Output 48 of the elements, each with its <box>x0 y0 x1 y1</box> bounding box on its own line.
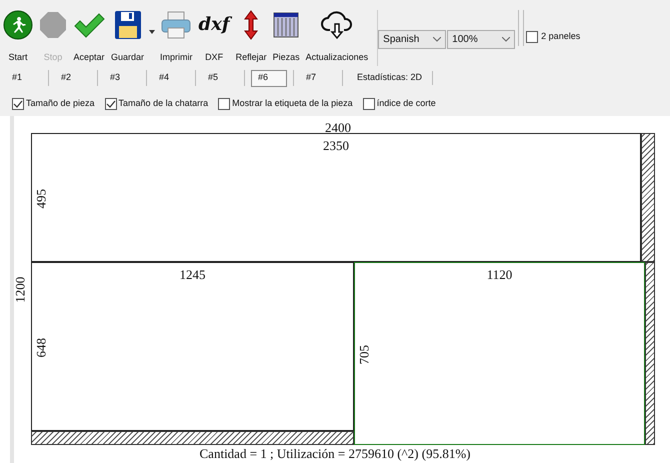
toolbar-button[interactable]: Actualizaciones <box>302 10 372 64</box>
octagon-icon <box>39 11 67 39</box>
piece-height: 495 <box>32 188 50 210</box>
piece-width: 1120 <box>486 266 514 284</box>
sheet-height: 1200 <box>11 276 28 303</box>
vertical-arrows-icon <box>244 10 258 40</box>
toolbar-button[interactable]: Aceptar <box>70 10 108 64</box>
dxf-icon: dxf <box>198 10 230 40</box>
toolbar-button[interactable]: dxf DXF <box>196 10 233 64</box>
cloud-download-icon <box>320 10 354 40</box>
tab[interactable]: #7 <box>300 70 336 86</box>
toolbar-button[interactable]: Reflejar <box>232 10 270 64</box>
tab[interactable]: #1 <box>6 70 42 86</box>
summary-text: Cantidad = 1 ; Utilización = 2759610 (^2) (95.81%) <box>198 446 472 462</box>
tab[interactable]: #2 <box>55 70 91 86</box>
piece-height: 648 <box>32 336 50 359</box>
toolbar-button[interactable]: Piezas <box>270 10 303 64</box>
checkmark-icon <box>73 12 105 38</box>
grid-icon <box>273 12 300 38</box>
toolbar-button[interactable]: Guardar <box>108 10 148 64</box>
toolbar-button[interactable]: Start <box>0 10 36 64</box>
checkbox[interactable] <box>104 98 117 110</box>
zoom-dropdown[interactable]: 100% <box>447 30 516 49</box>
checkbox-label: Tamaño de pieza <box>26 97 95 110</box>
checkbox[interactable] <box>526 30 538 43</box>
tab[interactable]: #5 <box>202 70 238 86</box>
language-dropdown[interactable]: Spanish <box>378 30 446 49</box>
piece-height: 705 <box>355 344 372 366</box>
piece-width: 2350 <box>322 137 350 155</box>
piece-width: 1245 <box>178 266 206 284</box>
checkbox-label: Tamaño de la chatarra <box>118 97 208 110</box>
checkbox-label: índice de corte <box>376 97 436 110</box>
sheet-width: 2400 <box>325 119 351 137</box>
stats-label: Estadísticas: 2D <box>349 71 434 85</box>
chevron-down-icon <box>433 37 442 42</box>
caret-icon[interactable] <box>149 30 156 34</box>
checkbox-label: Mostrar la etiqueta de la pieza <box>232 97 353 110</box>
checkbox[interactable] <box>218 98 230 110</box>
printer-icon <box>160 10 192 40</box>
checkbox[interactable] <box>12 98 24 110</box>
tab[interactable]: #4 <box>153 70 189 86</box>
tab[interactable]: #6 <box>251 70 287 86</box>
chevron-down-icon <box>502 37 510 42</box>
toolbar-button[interactable]: Imprimir <box>157 10 196 64</box>
checkbox-label: 2 paneles <box>541 30 580 43</box>
tab[interactable]: #3 <box>104 70 140 86</box>
runner-icon <box>3 10 33 40</box>
checkbox[interactable] <box>362 98 375 110</box>
